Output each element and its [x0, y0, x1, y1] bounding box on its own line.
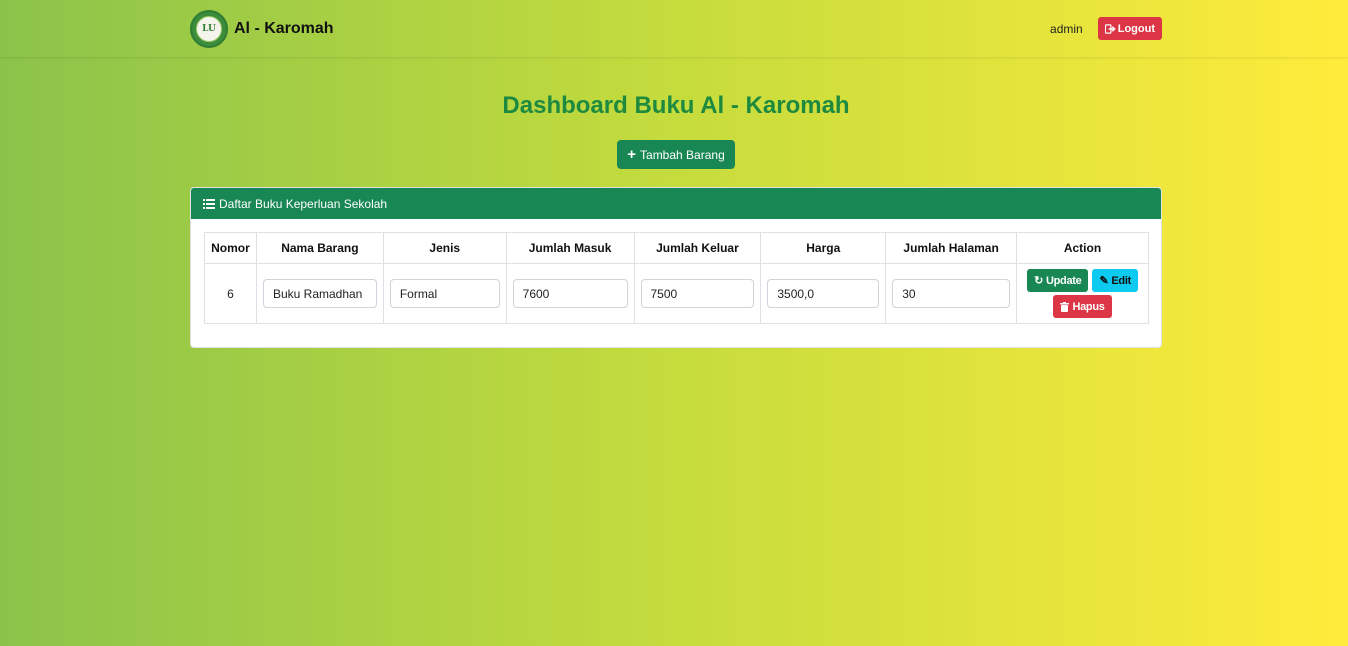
col-nomor: Nomor	[204, 232, 257, 264]
col-nama-barang: Nama Barang	[255, 232, 384, 264]
logout-label: Logout	[1117, 22, 1155, 35]
update-button[interactable]: ↻ Update	[1027, 269, 1089, 292]
cell-harga	[760, 263, 887, 324]
update-label: Update	[1045, 274, 1082, 287]
cell-jenis	[382, 263, 507, 324]
book-list-card: Daftar Buku Keperluan Sekolah Nomor Nama…	[190, 187, 1162, 348]
table-row: 6 Buku Ramadhan Formal 7600 7500 3500,0 …	[204, 263, 1149, 324]
hapus-label: Hapus	[1072, 300, 1105, 313]
cell-jumlah-masuk	[505, 263, 635, 324]
user-name: admin	[1050, 21, 1083, 36]
add-item-button[interactable]: + Tambah Barang	[617, 140, 735, 169]
harga-input[interactable]	[767, 279, 880, 308]
nav-right: admin Logout	[1050, 17, 1162, 40]
plus-icon: +	[627, 146, 637, 163]
logo: LU	[190, 10, 228, 48]
cell-action: ↻ Update ✎ Edit Hapus	[1016, 263, 1149, 324]
edit-label: Edit	[1111, 274, 1131, 287]
delete-button[interactable]: Hapus	[1053, 295, 1112, 318]
brand-name: Al - Karomah	[234, 20, 334, 37]
col-jumlah-keluar: Jumlah Keluar	[633, 232, 762, 264]
card-title: Daftar Buku Keperluan Sekolah	[219, 196, 388, 211]
col-action: Action	[1016, 232, 1149, 264]
logo-emblem: LU	[196, 16, 222, 42]
page-title: Dashboard Buku Al - Karomah	[502, 92, 850, 119]
jumlah-keluar-input[interactable]	[640, 279, 755, 308]
list-icon	[203, 198, 215, 209]
book-table: Nomor Nama Barang Jenis Jumlah Masuk Jum…	[204, 232, 1149, 324]
cell-jumlah-keluar	[633, 263, 762, 324]
cell-nomor: 6	[204, 263, 257, 324]
refresh-icon: ↻	[1034, 275, 1043, 287]
table-header-row: Nomor Nama Barang Jenis Jumlah Masuk Jum…	[204, 232, 1149, 264]
pencil-icon: ✎	[1099, 275, 1109, 287]
col-jenis: Jenis	[382, 232, 507, 264]
nama-barang-input[interactable]	[262, 279, 377, 308]
logout-button[interactable]: Logout	[1097, 17, 1162, 40]
jenis-input[interactable]	[389, 279, 500, 308]
col-harga: Harga	[760, 232, 887, 264]
brand-link[interactable]: LU Al - Karomah	[190, 10, 334, 48]
navbar: LU Al - Karomah admin Logout	[0, 0, 1348, 58]
action-buttons: ↻ Update ✎ Edit Hapus	[1023, 269, 1142, 318]
card-header: Daftar Buku Keperluan Sekolah	[191, 188, 1161, 219]
trash-icon	[1060, 301, 1070, 312]
cell-jumlah-halaman	[885, 263, 1018, 324]
jumlah-masuk-input[interactable]	[512, 279, 628, 308]
cell-nama-barang	[255, 263, 384, 324]
edit-button[interactable]: ✎ Edit	[1092, 269, 1138, 292]
add-item-label: Tambah Barang	[640, 147, 725, 162]
sign-out-icon	[1104, 23, 1116, 34]
col-jumlah-masuk: Jumlah Masuk	[505, 232, 635, 264]
col-jumlah-halaman: Jumlah Halaman	[885, 232, 1018, 264]
jumlah-halaman-input[interactable]	[892, 279, 1011, 308]
